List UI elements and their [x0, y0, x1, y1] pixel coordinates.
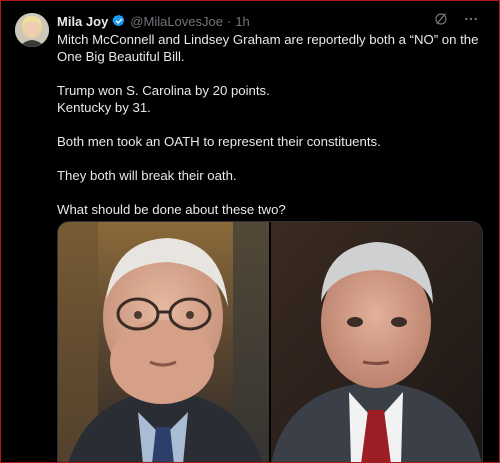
photo-right[interactable] — [271, 222, 482, 462]
post-timestamp[interactable]: 1h — [235, 14, 249, 29]
post-frame: Mila Joy @MilaLovesJoe · 1h Mitch McConn… — [0, 0, 500, 463]
post-text-line: Trump won S. Carolina by 20 points. — [57, 83, 270, 98]
post-text-line: They both will break their oath. — [57, 168, 237, 183]
grok-icon[interactable] — [433, 11, 449, 27]
post-media[interactable] — [57, 221, 483, 462]
post-text: Mitch McConnell and Lindsey Graham are r… — [57, 31, 487, 235]
avatar-image — [15, 13, 49, 47]
more-options-icon[interactable] — [463, 11, 479, 27]
author-name[interactable]: Mila Joy — [57, 14, 108, 29]
author-handle[interactable]: @MilaLovesJoe — [130, 14, 223, 29]
post-text-line: Both men took an OATH to represent their… — [57, 134, 381, 149]
photo-right-image — [271, 222, 482, 462]
photo-left[interactable] — [58, 222, 269, 462]
post-header: Mila Joy @MilaLovesJoe · 1h — [57, 12, 250, 30]
verified-badge-icon — [112, 14, 125, 27]
post-actions-top — [433, 11, 479, 27]
post-text-line: Kentucky by 31. — [57, 100, 151, 115]
header-separator: · — [226, 13, 232, 29]
post-text-line: What should be done about these two? — [57, 202, 286, 217]
avatar[interactable] — [15, 13, 49, 47]
post-text-line: Mitch McConnell and Lindsey Graham are r… — [57, 32, 479, 64]
photo-left-image — [58, 222, 269, 462]
